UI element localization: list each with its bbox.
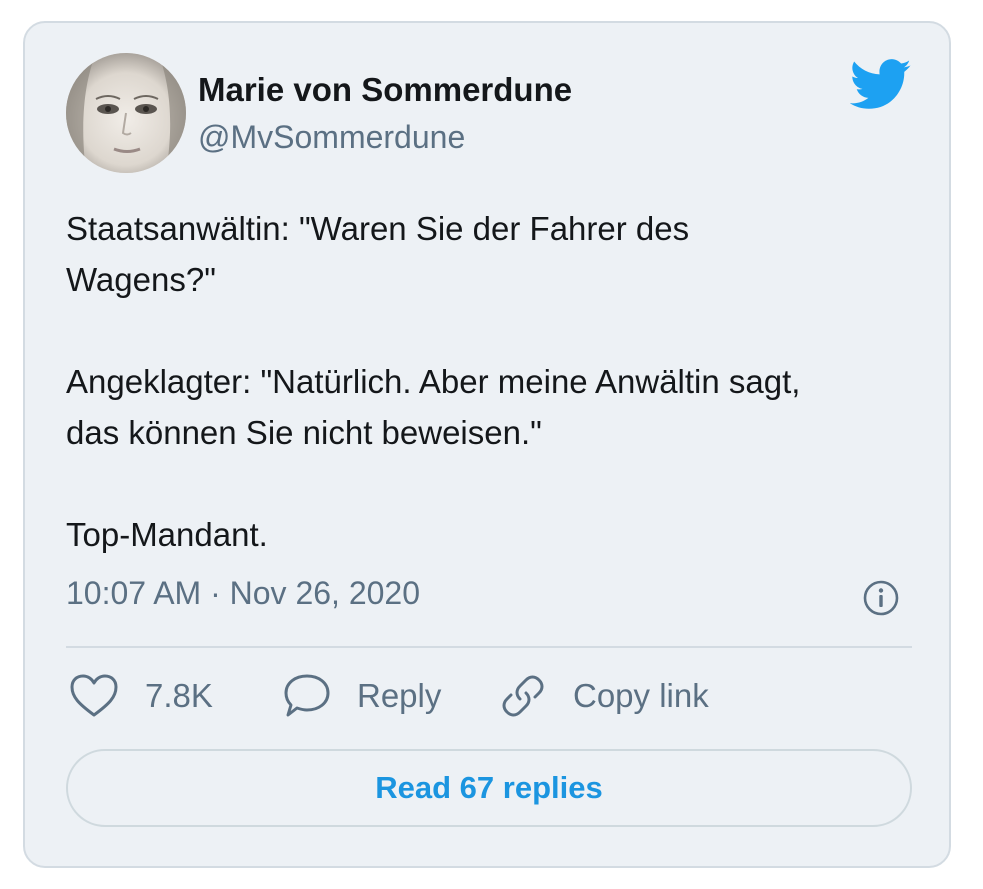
- tweet-card: Marie von Sommerdune @MvSommerdune Staat…: [23, 21, 951, 868]
- copy-link-label: Copy link: [573, 677, 709, 714]
- avatar[interactable]: [66, 53, 186, 173]
- reply-bubble-icon: [284, 674, 330, 717]
- user-handle[interactable]: @MvSommerdune: [198, 119, 465, 156]
- copy-link-button[interactable]: Copy link: [499, 671, 709, 721]
- like-count: 7.8K: [145, 677, 213, 714]
- display-name[interactable]: Marie von Sommerdune: [198, 71, 572, 109]
- heart-icon: [70, 674, 118, 717]
- tweet-line: Angeklagter: "Natürlich. Aber meine Anwä…: [66, 363, 801, 400]
- avatar-photo: [66, 53, 186, 173]
- tweet-text: Staatsanwältin: "Waren Sie der Fahrer de…: [66, 203, 916, 560]
- read-replies-label: Read 67 replies: [375, 770, 603, 805]
- like-button[interactable]: 7.8K: [69, 671, 213, 721]
- link-icon: [502, 675, 544, 717]
- tweet-timestamp[interactable]: 10:07 AM · Nov 26, 2020: [66, 575, 420, 612]
- twitter-bird-icon[interactable]: [850, 59, 912, 111]
- reply-button[interactable]: Reply: [283, 671, 441, 721]
- tweet-line: das können Sie nicht beweisen.": [66, 414, 542, 451]
- tweet-line: Wagens?": [66, 261, 216, 298]
- read-replies-button[interactable]: Read 67 replies: [66, 749, 912, 827]
- divider: [66, 646, 912, 648]
- info-icon[interactable]: [862, 579, 900, 617]
- tweet-line: Top-Mandant.: [66, 516, 268, 553]
- tweet-line: Staatsanwältin: "Waren Sie der Fahrer de…: [66, 210, 690, 247]
- reply-label: Reply: [357, 677, 442, 714]
